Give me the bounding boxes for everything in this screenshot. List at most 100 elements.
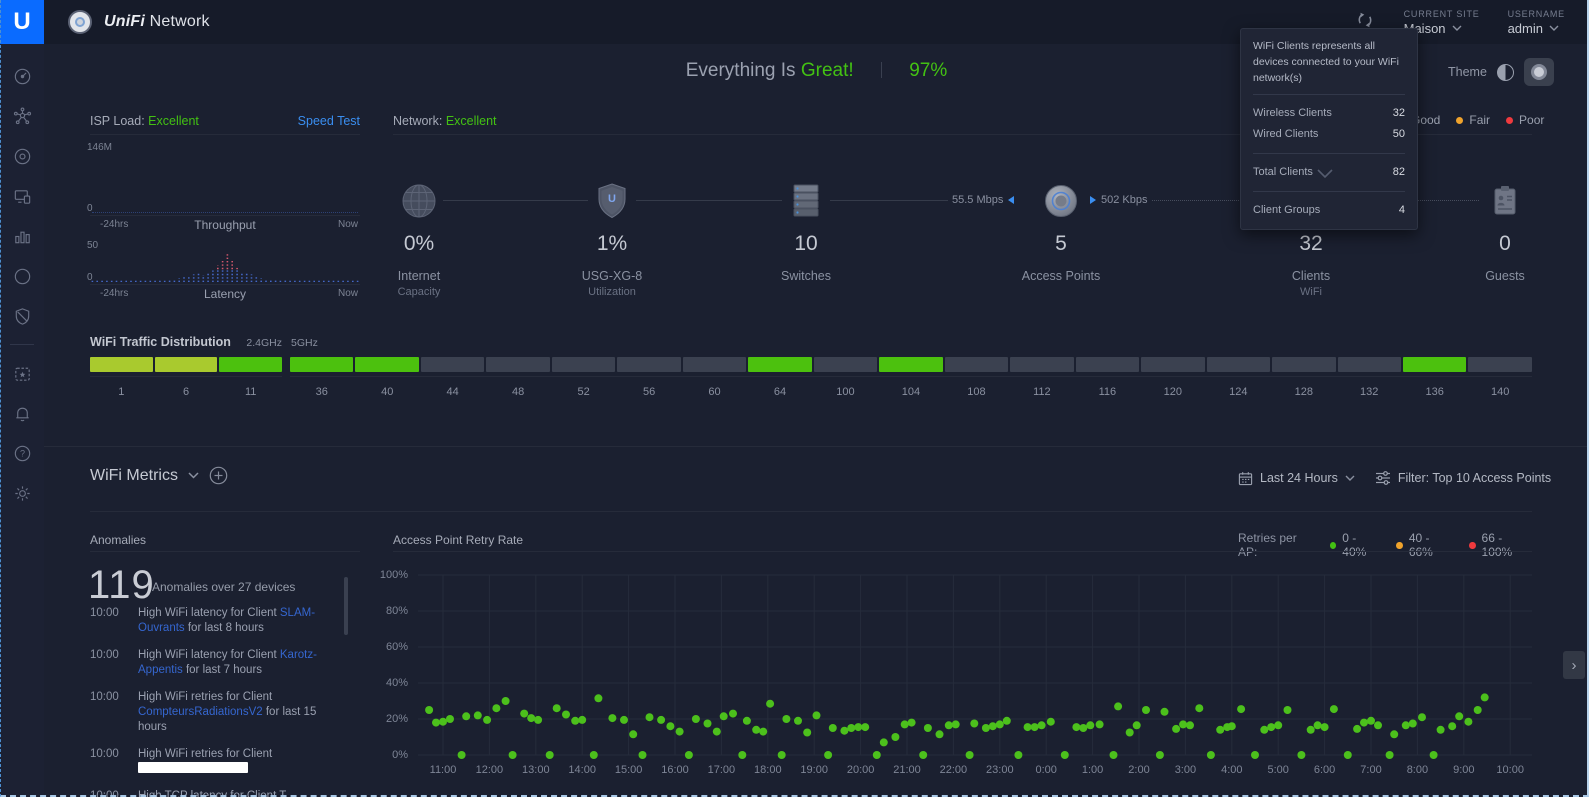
chevron-down-icon	[188, 472, 199, 479]
isp-load-title: ISP Load:	[90, 114, 145, 128]
add-widget-icon[interactable]	[209, 466, 228, 485]
channel-104: 104	[879, 357, 942, 398]
gateway-shield-icon[interactable]: U	[590, 179, 634, 223]
time-range-selector[interactable]: Last 24 Hours	[1238, 471, 1355, 486]
rate-in-value: 55.5 Mbps	[952, 194, 1003, 206]
sidebar-item-topology[interactable]	[0, 96, 44, 136]
sidebar-item-alerts[interactable]	[0, 393, 44, 433]
status-state: Great!	[801, 60, 854, 81]
arrow-right-icon	[1090, 196, 1096, 204]
username-value: admin	[1508, 21, 1543, 36]
svg-text:19:00: 19:00	[800, 764, 828, 776]
isp-load-status: Excellent	[148, 114, 199, 128]
guests-count: 0	[1445, 232, 1565, 256]
svg-text:5:00: 5:00	[1267, 764, 1288, 776]
anomaly-text: High WiFi latency for Client Karotz-Appe…	[138, 648, 342, 678]
node-label: Guests	[1435, 269, 1575, 283]
filter-sliders-icon	[1375, 470, 1391, 486]
isp-divider	[90, 134, 360, 135]
time-range-value: Last 24 Hours	[1260, 471, 1338, 485]
app-title: UniFi Network	[104, 13, 210, 31]
throughput-axis	[90, 215, 360, 216]
legend-item: 40 - 66%	[1396, 531, 1453, 559]
wifi-metrics-controls: Last 24 Hours Filter: Top 10 Access Poin…	[1238, 470, 1551, 486]
channel-120: 120	[1141, 357, 1204, 398]
chart-next-button[interactable]: ›	[1563, 651, 1585, 679]
access-points-count: 5	[1001, 232, 1121, 256]
wifi-metrics-header[interactable]: WiFi Metrics	[90, 466, 228, 485]
sidebar-item-dashboard[interactable]	[0, 56, 44, 96]
channel-132: 132	[1338, 357, 1401, 398]
access-point-icon[interactable]	[1039, 179, 1083, 223]
channel-11: 11	[219, 357, 282, 398]
theme-light-icon[interactable]	[1497, 64, 1514, 81]
channel-112: 112	[1010, 357, 1073, 398]
sidebar-divider	[10, 344, 34, 345]
svg-text:2:00: 2:00	[1128, 764, 1149, 776]
svg-text:17:00: 17:00	[708, 764, 736, 776]
svg-text:18:00: 18:00	[754, 764, 782, 776]
anomaly-row: 10:00High WiFi latency for Client SLAM-O…	[90, 606, 342, 636]
anomaly-text: High WiFi latency for Client SLAM-Ouvran…	[138, 606, 342, 636]
sidebar-item-help[interactable]: ?	[0, 433, 44, 473]
node-label: USG-XG-8	[542, 269, 682, 283]
svg-text:10:00: 10:00	[1496, 764, 1524, 776]
sidebar-item-devices[interactable]	[0, 136, 44, 176]
user-menu[interactable]: USERNAME admin	[1508, 9, 1565, 36]
sidebar-item-settings[interactable]	[0, 473, 44, 513]
channel-48: 48	[486, 357, 549, 398]
band-5g-label: 5GHz	[291, 337, 318, 349]
client-link[interactable]: CompteursRadiationsV2	[138, 706, 263, 718]
anomaly-time: 10:00	[90, 690, 128, 735]
sidebar-item-events[interactable]	[0, 353, 44, 393]
legend-dot	[1396, 542, 1402, 549]
anomalies-scrollbar[interactable]	[344, 577, 348, 635]
brand-primary: UniFi	[104, 13, 145, 30]
theme-dark-button[interactable]	[1524, 58, 1554, 86]
svg-text:23:00: 23:00	[986, 764, 1014, 776]
anomaly-text: High TCP latency for Client TNote 8 Pro …	[138, 789, 342, 797]
sidebar-item-statistics[interactable]	[0, 216, 44, 256]
node-sublabel: Utilization	[542, 286, 682, 298]
latency-ymin: 0	[87, 272, 93, 283]
sidebar-item-map[interactable]	[0, 256, 44, 296]
svg-text:16:00: 16:00	[661, 764, 689, 776]
legend-dot	[1469, 542, 1475, 549]
ap-download-rate: 55.5 Mbps	[952, 194, 1014, 206]
ap-filter-value: Filter: Top 10 Access Points	[1398, 471, 1551, 485]
ubiquiti-logo[interactable]: U	[0, 0, 44, 44]
channels-5g: 3640444852566064100104108112116120124128…	[290, 357, 1532, 398]
legend-item: Fair	[1456, 113, 1490, 127]
throughput-ymin: 0	[87, 203, 93, 214]
guests-badge-icon[interactable]	[1483, 179, 1527, 223]
y-tick: 100%	[356, 569, 408, 581]
internet-capacity-value: 0%	[359, 232, 479, 256]
anomaly-time: 10:00	[90, 789, 128, 797]
anomalies-list: 10:00 High WiFi latency for Client SLAM-O…	[90, 606, 342, 797]
svg-text:0:00: 0:00	[1035, 764, 1056, 776]
switch-stack-icon[interactable]	[784, 179, 828, 223]
sidebar-item-clients[interactable]	[0, 176, 44, 216]
speed-test-link[interactable]: Speed Test	[250, 114, 360, 128]
calendar-icon	[1238, 471, 1253, 486]
anomaly-text: High WiFi retries for Client CompteursRa…	[138, 690, 342, 735]
theme-control: Theme	[1448, 58, 1554, 86]
latency-chart	[90, 246, 360, 284]
band-2g-label: 2.4GHz	[222, 337, 282, 349]
svg-text:21:00: 21:00	[893, 764, 921, 776]
anomaly-time: 10:00	[90, 747, 128, 777]
sidebar-item-insights[interactable]	[0, 296, 44, 336]
channel-108: 108	[945, 357, 1008, 398]
throughput-series	[92, 212, 358, 213]
channel-40: 40	[355, 357, 418, 398]
anomaly-text: High WiFi retries for Client	[138, 747, 342, 777]
legend-dot	[1456, 117, 1463, 124]
legend-dot	[1330, 542, 1336, 549]
svg-text:11:00: 11:00	[430, 764, 457, 776]
tooltip-text: WiFi Clients represents all devices conn…	[1253, 39, 1405, 86]
ap-filter[interactable]: Filter: Top 10 Access Points	[1375, 470, 1551, 486]
redacted-client-name	[138, 762, 248, 773]
internet-globe-icon[interactable]	[397, 179, 441, 223]
svg-text:12:00: 12:00	[476, 764, 504, 776]
anomaly-time: 10:00	[90, 648, 128, 678]
